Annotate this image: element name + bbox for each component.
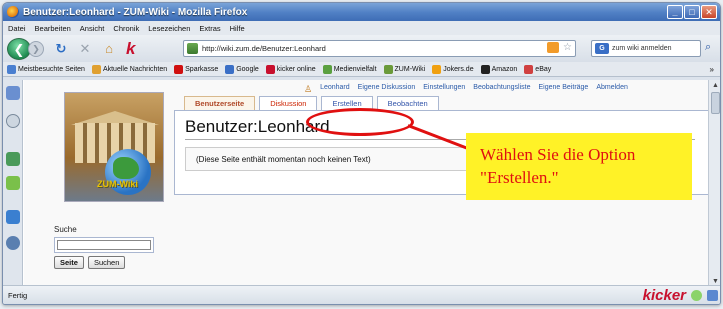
bookmark-item[interactable]: Amazon: [480, 64, 517, 74]
menu-bearbeiten[interactable]: Bearbeiten: [35, 24, 71, 33]
annotation-callout: Wählen Sie die Option "Erstellen.": [466, 133, 692, 200]
status-icon[interactable]: [707, 290, 718, 301]
site-favicon-icon: [187, 43, 198, 54]
wiki-search-box: [54, 237, 154, 253]
status-bar: Fertig kicker: [3, 285, 720, 304]
bookmark-icon: [322, 64, 332, 74]
address-bar[interactable]: http://wiki.zum.de/Benutzer:Leonhard ☆: [183, 40, 576, 57]
window-title: Benutzer:Leonhard - ZUM-Wiki - Mozilla F…: [23, 6, 248, 18]
menu-extras[interactable]: Extras: [199, 24, 220, 33]
sync-icon[interactable]: [6, 210, 20, 224]
menu-lesezeichen[interactable]: Lesezeichen: [148, 24, 190, 33]
forward-button[interactable]: ❯: [28, 40, 44, 57]
scroll-down-icon[interactable]: ▼: [711, 278, 720, 285]
home-icon[interactable]: ⌂: [102, 41, 116, 56]
bookmark-item[interactable]: Sparkasse: [174, 64, 218, 74]
history-icon[interactable]: [6, 114, 20, 128]
scroll-thumb[interactable]: [711, 92, 720, 114]
empty-page-notice: (Diese Seite enthält momentan noch keine…: [185, 147, 475, 171]
annotation-ellipse: [306, 108, 414, 136]
firefox-icon: [7, 6, 19, 18]
addons-icon[interactable]: [6, 176, 20, 190]
user-link-logout[interactable]: Abmelden: [596, 84, 628, 95]
maximize-button[interactable]: □: [684, 5, 700, 19]
sidebar: [3, 80, 23, 287]
bookmark-item[interactable]: Aktuelle Nachrichten: [91, 64, 167, 74]
logo-text: ZUM-Wiki: [97, 179, 138, 189]
bookmark-item[interactable]: kicker online: [265, 64, 316, 74]
kicker-brand[interactable]: kicker: [643, 287, 686, 304]
wiki-search-input[interactable]: [57, 240, 151, 250]
user-icon: ♙: [304, 84, 313, 94]
info-icon[interactable]: [6, 236, 20, 250]
tab-beobachten[interactable]: Beobachten: [376, 96, 439, 110]
callout-line-1: Wählen Sie die Option: [480, 145, 636, 164]
scroll-up-icon[interactable]: ▲: [711, 82, 720, 89]
globe-land-shape: [113, 157, 139, 179]
close-button[interactable]: ✕: [701, 5, 717, 19]
go-button[interactable]: Seite: [54, 256, 84, 269]
downloads-icon[interactable]: [6, 152, 20, 166]
bookmark-item[interactable]: Medienvielfalt: [322, 64, 377, 74]
search-button[interactable]: Suchen: [87, 256, 126, 269]
google-icon[interactable]: G: [595, 43, 609, 54]
bookmark-icon: [225, 64, 235, 74]
bookmark-icon: [432, 64, 442, 74]
tab-benutzerseite[interactable]: Benutzerseite: [184, 96, 256, 110]
bookmark-icon: [383, 64, 393, 74]
menu-ansicht[interactable]: Ansicht: [80, 24, 105, 33]
page-tabs: Benutzerseite Diskussion Erstellen Beoba…: [184, 96, 439, 110]
addon-status-icon[interactable]: [691, 290, 702, 301]
kicker-logo-icon[interactable]: k: [126, 39, 135, 59]
more-bookmarks-icon[interactable]: »: [710, 65, 714, 74]
zum-wiki-logo[interactable]: ZUM-Wiki: [64, 92, 164, 202]
bookmarks-sidebar-icon[interactable]: [6, 86, 20, 100]
bookmark-item[interactable]: Meistbesuchte Seiten: [7, 64, 85, 74]
tab-diskussion[interactable]: Diskussion: [259, 96, 318, 110]
wiki-search-panel: Suche Seite Suchen: [54, 225, 154, 269]
user-link-watchlist[interactable]: Beobachtungsliste: [473, 84, 530, 95]
user-link-settings[interactable]: Einstellungen: [423, 84, 465, 95]
search-label: Suche: [54, 225, 77, 234]
bookmark-star-icon[interactable]: ☆: [563, 42, 572, 53]
bookmarks-toolbar: Meistbesuchte Seiten Aktuelle Nachrichte…: [3, 62, 720, 77]
menu-chronik[interactable]: Chronik: [113, 24, 139, 33]
bookmark-icon: [174, 64, 184, 74]
user-link-name[interactable]: Leonhard: [320, 84, 350, 95]
user-link-contributions[interactable]: Eigene Beiträge: [539, 84, 589, 95]
vertical-scrollbar[interactable]: ▲ ▼: [708, 80, 720, 287]
user-links: ♙ Leonhard Eigene Diskussion Einstellung…: [304, 84, 628, 95]
user-link-discussion[interactable]: Eigene Diskussion: [358, 84, 416, 95]
bookmark-icon: [524, 64, 534, 74]
title-bar: Benutzer:Leonhard - ZUM-Wiki - Mozilla F…: [3, 3, 720, 21]
bookmark-icon: [7, 64, 16, 74]
menu-hilfe[interactable]: Hilfe: [230, 24, 245, 33]
bookmark-item[interactable]: Google: [225, 64, 259, 74]
callout-line-2: "Erstellen.": [480, 168, 559, 187]
navigation-toolbar: ❮ ❯ ↻ ✕ ⌂ k http://wiki.zum.de/Benutzer:…: [3, 35, 720, 62]
minimize-button[interactable]: _: [667, 5, 683, 19]
bookmark-icon: [480, 64, 490, 74]
bookmark-icon: [91, 64, 101, 74]
stop-icon[interactable]: ✕: [78, 41, 92, 57]
search-icon[interactable]: ⌕: [705, 41, 711, 54]
bookmark-item[interactable]: ZUM-Wiki: [383, 64, 425, 74]
reload-icon[interactable]: ↻: [54, 41, 68, 57]
search-placeholder: zum wiki anmelden: [612, 45, 672, 52]
status-text: Fertig: [8, 291, 28, 300]
bookmark-item[interactable]: Jokers.de: [432, 64, 474, 74]
bookmark-icon: [265, 64, 275, 74]
url-text: http://wiki.zum.de/Benutzer:Leonhard: [202, 44, 326, 53]
menu-bar: Datei Bearbeiten Ansicht Chronik Lesezei…: [3, 21, 720, 35]
menu-datei[interactable]: Datei: [8, 24, 26, 33]
rss-icon[interactable]: [547, 42, 560, 53]
search-bar[interactable]: G zum wiki anmelden: [591, 40, 701, 57]
bookmark-item[interactable]: eBay: [524, 64, 551, 74]
